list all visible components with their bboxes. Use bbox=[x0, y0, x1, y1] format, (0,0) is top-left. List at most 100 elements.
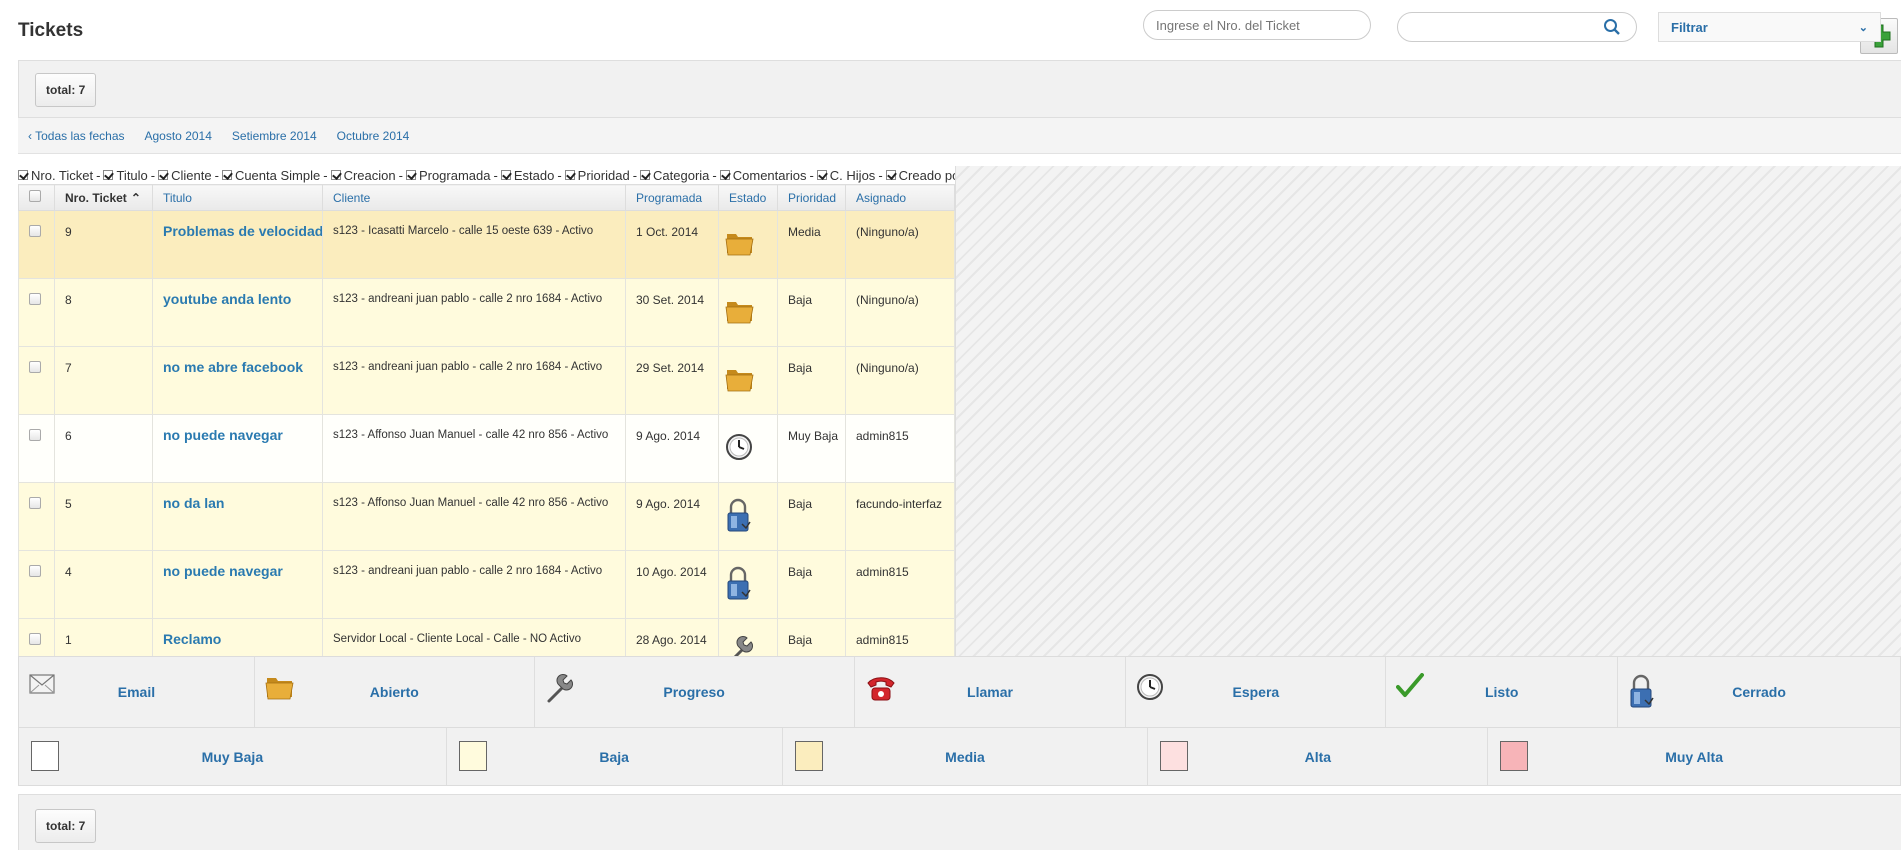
column-toggle-label: Programada bbox=[418, 167, 491, 183]
column-header-scheduled[interactable]: Programada bbox=[625, 184, 719, 211]
row-select-cell bbox=[18, 550, 55, 619]
priority-legend-item[interactable]: Alta bbox=[1148, 728, 1489, 785]
client-cell: s123 - Affonso Juan Manuel - calle 42 nr… bbox=[322, 414, 626, 483]
column-toggle[interactable]: Estado - bbox=[500, 168, 565, 183]
column-toggle-checkbox[interactable] bbox=[500, 170, 511, 180]
state-legend-item[interactable]: Email bbox=[19, 657, 255, 727]
row-checkbox[interactable] bbox=[29, 293, 41, 305]
ticket-number-input[interactable] bbox=[1143, 10, 1371, 40]
row-select-cell bbox=[18, 346, 55, 415]
row-checkbox[interactable] bbox=[29, 565, 41, 577]
state-legend-item[interactable]: Progreso bbox=[535, 657, 855, 727]
column-toggle-checkbox[interactable] bbox=[885, 170, 896, 180]
table-row[interactable]: 6 no puede navegar s123 - Affonso Juan Man… bbox=[18, 414, 955, 483]
state-cell bbox=[718, 278, 778, 347]
clock-icon[interactable] bbox=[725, 434, 753, 464]
folder-icon[interactable] bbox=[725, 370, 755, 396]
row-checkbox[interactable] bbox=[29, 633, 41, 645]
column-toggle[interactable]: Titulo - bbox=[103, 168, 158, 183]
table-row[interactable]: 7 no me abre facebook s123 - andreani juan… bbox=[18, 346, 955, 415]
column-header-assigned[interactable]: Asignado bbox=[845, 184, 955, 211]
column-toggle-checkbox[interactable] bbox=[405, 170, 416, 180]
priority-cell: Baja bbox=[777, 550, 846, 619]
month-link-october[interactable]: Octubre 2014 bbox=[337, 129, 410, 143]
column-toggle-separator: - bbox=[712, 167, 717, 183]
state-cell bbox=[718, 414, 778, 483]
column-header-ticket[interactable]: Nro. Ticket ⌃ bbox=[54, 184, 153, 211]
table-row[interactable]: 5 no da lan s123 - Affonso Juan Manuel - c… bbox=[18, 482, 955, 551]
column-header-client[interactable]: Cliente bbox=[322, 184, 626, 211]
ticket-title-link[interactable]: no da lan bbox=[152, 482, 323, 551]
priority-legend-item[interactable]: Muy Baja bbox=[19, 728, 447, 785]
column-toggle-checkbox[interactable] bbox=[816, 170, 827, 180]
state-legend-item[interactable]: Llamar bbox=[855, 657, 1127, 727]
column-toggle[interactable]: Programada - bbox=[405, 167, 501, 183]
lock-icon[interactable] bbox=[725, 498, 751, 536]
table-row[interactable]: 8 youtube anda lento s123 - andreani juan … bbox=[18, 278, 955, 347]
column-toggle[interactable]: Categoria - bbox=[640, 168, 720, 183]
column-header-priority[interactable]: Prioridad bbox=[777, 184, 846, 211]
column-toggle[interactable]: Comentarios - bbox=[719, 168, 817, 183]
ticket-title-link[interactable]: no puede navegar bbox=[152, 414, 323, 483]
all-dates-link[interactable]: ‹ Todas las fechas bbox=[28, 129, 125, 143]
filter-select[interactable]: Filtrar ⌄ bbox=[1658, 12, 1881, 42]
state-legend-item[interactable]: Espera bbox=[1126, 657, 1387, 727]
column-toggle-separator: - bbox=[96, 167, 101, 183]
column-toggle[interactable]: Nro. Ticket - bbox=[18, 168, 103, 183]
lock-icon[interactable] bbox=[725, 566, 751, 604]
scheduled-cell: 9 Ago. 2014 bbox=[625, 482, 719, 551]
ticket-title-link[interactable]: youtube anda lento bbox=[152, 278, 323, 347]
table-row[interactable]: 4 no puede navegar s123 - andreani juan pa… bbox=[18, 550, 955, 619]
folder-icon[interactable] bbox=[725, 234, 755, 260]
row-checkbox[interactable] bbox=[29, 429, 41, 441]
priority-legend-item[interactable]: Media bbox=[783, 728, 1149, 785]
chevron-down-icon: ⌄ bbox=[1858, 21, 1868, 34]
select-all-cell bbox=[18, 184, 55, 211]
row-checkbox[interactable] bbox=[29, 225, 41, 237]
empty-area bbox=[955, 166, 1901, 656]
column-toggle-checkbox[interactable] bbox=[564, 170, 575, 180]
ticket-number-cell: 5 bbox=[54, 482, 153, 551]
column-toggle[interactable]: Creacion - bbox=[330, 167, 406, 183]
select-all-checkbox[interactable] bbox=[29, 190, 41, 202]
search-input[interactable] bbox=[1397, 12, 1637, 42]
column-toggle-separator: - bbox=[398, 167, 403, 183]
priority-color-swatch bbox=[31, 741, 59, 771]
month-link-august[interactable]: Agosto 2014 bbox=[145, 129, 212, 143]
column-toggle-checkbox[interactable] bbox=[640, 170, 651, 180]
folder-icon[interactable] bbox=[725, 302, 755, 328]
state-legend-item[interactable]: Cerrado bbox=[1618, 657, 1901, 727]
ticket-title-link[interactable]: no puede navegar bbox=[152, 550, 323, 619]
total-count-badge-bottom[interactable]: total: 7 bbox=[35, 809, 97, 843]
total-count-badge[interactable]: total: 7 bbox=[35, 73, 97, 107]
column-toggle-checkbox[interactable] bbox=[158, 170, 169, 180]
row-checkbox[interactable] bbox=[29, 497, 41, 509]
state-cell bbox=[718, 210, 778, 279]
column-header-title[interactable]: Titulo bbox=[152, 184, 323, 211]
table-row[interactable]: 9 Problemas de velocidad s123 - Icasatti M… bbox=[18, 210, 955, 279]
column-toggle-label: Creacion bbox=[343, 167, 396, 183]
column-toggle-checkbox[interactable] bbox=[18, 170, 28, 180]
column-toggle-label: Creado por bbox=[898, 167, 964, 183]
column-toggle-checkbox[interactable] bbox=[103, 170, 114, 180]
column-toggle[interactable]: Cliente - bbox=[158, 168, 222, 183]
month-link-september[interactable]: Setiembre 2014 bbox=[232, 129, 317, 143]
priority-legend-item[interactable]: Baja bbox=[447, 728, 783, 785]
state-legend-item[interactable]: Abierto bbox=[255, 657, 535, 727]
search-icon[interactable] bbox=[1603, 18, 1621, 36]
column-toggle[interactable]: C. Hijos - bbox=[816, 168, 886, 183]
column-toggle-checkbox[interactable] bbox=[719, 170, 730, 180]
ticket-title-link[interactable]: Problemas de velocidad bbox=[152, 210, 323, 279]
priority-legend-label: Alta bbox=[1304, 748, 1332, 765]
column-toggle[interactable]: Cuenta Simple - bbox=[221, 168, 331, 183]
state-legend-item[interactable]: Listo bbox=[1386, 657, 1619, 727]
column-toggle[interactable]: Prioridad - bbox=[564, 168, 640, 183]
ticket-title-link[interactable]: no me abre facebook bbox=[152, 346, 323, 415]
priority-legend-label: Media bbox=[945, 748, 985, 765]
column-toggle-checkbox[interactable] bbox=[330, 170, 341, 180]
column-header-state[interactable]: Estado bbox=[718, 184, 778, 211]
column-toggle-checkbox[interactable] bbox=[221, 170, 232, 180]
table-header-row: Nro. Ticket ⌃ Titulo Cliente Programada E… bbox=[18, 184, 955, 211]
row-checkbox[interactable] bbox=[29, 361, 41, 373]
priority-legend-item[interactable]: Muy Alta bbox=[1488, 728, 1901, 785]
